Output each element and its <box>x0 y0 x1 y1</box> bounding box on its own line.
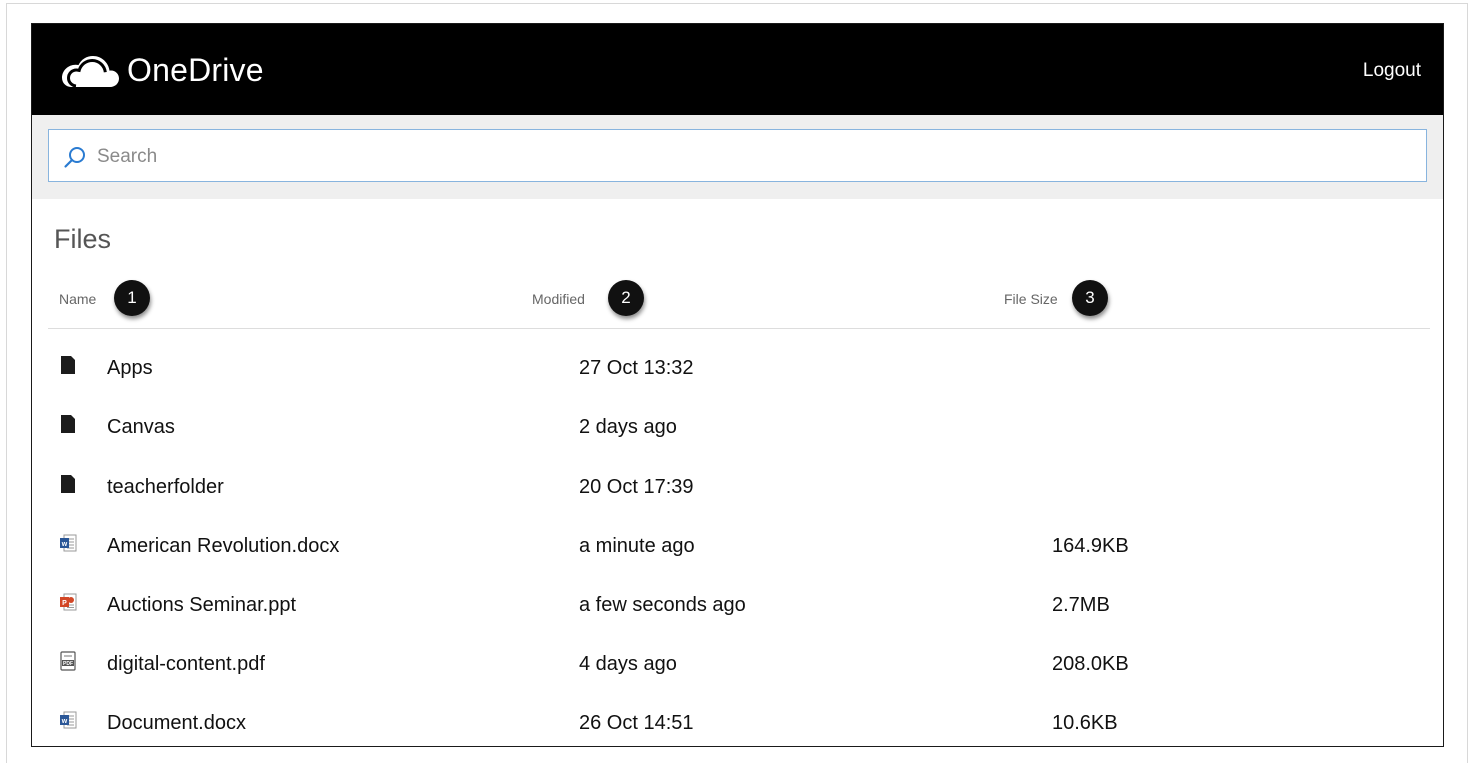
onedrive-cloud-icon <box>62 56 119 88</box>
logout-link[interactable]: Logout <box>1363 60 1421 82</box>
svg-text:PDF: PDF <box>63 661 73 667</box>
file-modified: a few seconds ago <box>579 594 746 616</box>
app-title: OneDrive <box>127 52 264 88</box>
onedrive-app: OneDrive Logout Files Name 1 Modified 2 … <box>31 23 1444 747</box>
pdf-icon: PDF <box>60 651 76 671</box>
file-modified: 20 Oct 17:39 <box>579 476 694 498</box>
column-header-modified[interactable]: Modified <box>532 291 585 307</box>
file-row[interactable]: Canvas 2 days ago <box>32 404 1443 463</box>
search-box[interactable] <box>48 129 1427 183</box>
search-input[interactable] <box>95 130 1399 183</box>
top-bar: OneDrive Logout <box>32 24 1443 115</box>
file-name[interactable]: teacherfolder <box>107 476 224 499</box>
file-row[interactable]: w American Revolution.docx a minute ago … <box>32 523 1443 582</box>
search-bar <box>32 115 1443 199</box>
header-divider <box>48 328 1430 329</box>
file-name[interactable]: Apps <box>107 357 153 380</box>
svg-text:w: w <box>61 541 68 548</box>
file-modified: 4 days ago <box>579 653 677 675</box>
folder-icon <box>61 415 75 433</box>
word-doc-icon: w <box>60 534 77 552</box>
column-header-name[interactable]: Name <box>59 291 96 307</box>
file-size: 164.9KB <box>1052 535 1129 557</box>
file-row[interactable]: Apps 27 Oct 13:32 <box>32 345 1443 404</box>
file-row[interactable]: P Auctions Seminar.ppt a few seconds ago… <box>32 582 1443 641</box>
callout-badge-2: 2 <box>608 280 644 316</box>
file-size: 2.7MB <box>1052 594 1110 616</box>
file-name[interactable]: Canvas <box>107 416 175 439</box>
folder-icon <box>61 356 75 374</box>
file-modified: a minute ago <box>579 535 695 557</box>
folder-icon <box>61 475 75 493</box>
file-name[interactable]: digital-content.pdf <box>107 653 265 676</box>
file-modified: 26 Oct 14:51 <box>579 712 694 734</box>
file-size: 208.0KB <box>1052 653 1129 675</box>
callout-badge-1: 1 <box>114 280 150 316</box>
svg-text:w: w <box>61 718 68 725</box>
search-icon <box>64 147 85 168</box>
svg-text:P: P <box>62 600 67 607</box>
column-header-size[interactable]: File Size <box>1004 291 1058 307</box>
file-row[interactable]: w Document.docx 26 Oct 14:51 10.6KB <box>32 700 1443 746</box>
file-modified: 2 days ago <box>579 416 677 438</box>
file-modified: 27 Oct 13:32 <box>579 357 694 379</box>
file-row[interactable]: PDF digital-content.pdf 4 days ago 208.0… <box>32 641 1443 700</box>
callout-badge-3: 3 <box>1072 280 1108 316</box>
powerpoint-icon: P <box>60 593 77 611</box>
page-title: Files <box>54 224 112 254</box>
word-doc-icon: w <box>60 711 77 729</box>
file-row[interactable]: teacherfolder 20 Oct 17:39 <box>32 464 1443 523</box>
file-name[interactable]: Auctions Seminar.ppt <box>107 594 296 617</box>
file-size: 10.6KB <box>1052 712 1118 734</box>
file-name[interactable]: Document.docx <box>107 712 246 735</box>
file-name[interactable]: American Revolution.docx <box>107 535 339 558</box>
